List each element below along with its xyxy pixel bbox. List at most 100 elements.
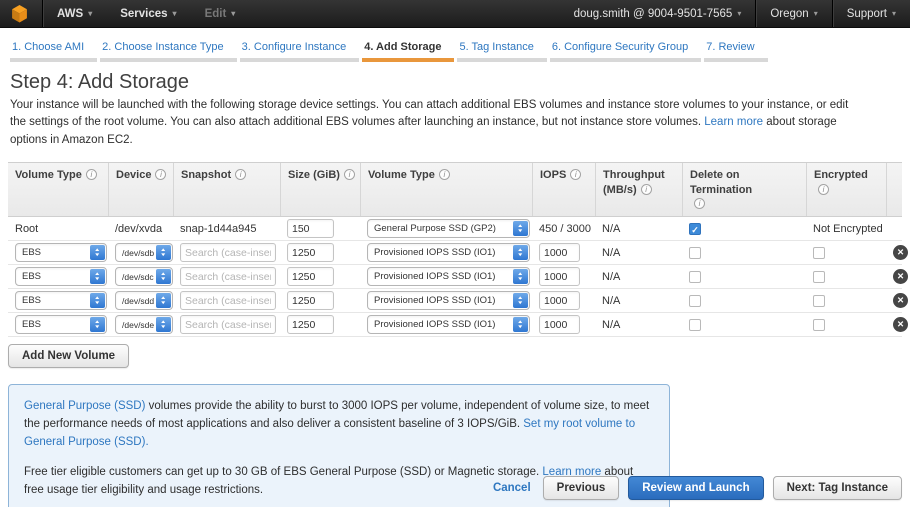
menu-aws[interactable]: AWS ▾ (43, 0, 106, 27)
remove-volume-icon[interactable]: ✕ (893, 245, 908, 260)
account-label: doug.smith @ 9004-9501-7565 (574, 8, 733, 20)
table-row-ebs: EBS▲▼ /dev/sde▲▼ Provisioned IOPS SSD (I… (8, 313, 902, 337)
size-input[interactable] (287, 219, 334, 238)
support-menu[interactable]: Support ▾ (833, 0, 910, 27)
root-throughput-label: N/A (595, 223, 682, 235)
remove-volume-icon[interactable]: ✕ (893, 269, 908, 284)
delete-on-termination-checkbox[interactable] (689, 247, 701, 259)
table-header-row: Volume Typei Devicei Snapshoti Size (GiB… (8, 162, 902, 218)
select-stepper-icon: ▲▼ (513, 221, 528, 236)
selected-volume-type: Provisioned IOPS SSD (IO1) (374, 247, 495, 258)
selected-volume-kind: EBS (22, 319, 41, 330)
delete-on-termination-checkbox[interactable] (689, 295, 701, 307)
chevron-down-icon: ▾ (814, 10, 818, 18)
general-purpose-ssd-link[interactable]: General Purpose (SSD) (24, 400, 145, 412)
tab-tag-instance[interactable]: 5. Tag Instance (457, 37, 546, 62)
remove-volume-icon[interactable]: ✕ (893, 293, 908, 308)
tab-configure-security-group[interactable]: 6. Configure Security Group (550, 37, 701, 62)
info-icon[interactable]: i (439, 169, 450, 180)
snapshot-search-input[interactable] (180, 291, 276, 310)
tab-add-storage[interactable]: 4. Add Storage (362, 37, 454, 62)
volume-type-select[interactable]: General Purpose SSD (GP2) ▲▼ (367, 219, 530, 238)
wizard-step-tabs: 1. Choose AMI 2. Choose Instance Type 3.… (0, 28, 910, 62)
selected-volume-type: Provisioned IOPS SSD (IO1) (374, 319, 495, 330)
volume-kind-select[interactable]: EBS▲▼ (15, 243, 107, 262)
volume-kind-select[interactable]: EBS▲▼ (15, 315, 107, 334)
encrypted-checkbox[interactable] (813, 319, 825, 331)
volume-type-select[interactable]: Provisioned IOPS SSD (IO1)▲▼ (367, 315, 530, 334)
add-new-volume-button[interactable]: Add New Volume (8, 344, 129, 368)
header-delete-on-termination: Delete on Terminationi (682, 163, 806, 217)
throughput-label: N/A (595, 319, 682, 331)
previous-button[interactable]: Previous (543, 476, 620, 500)
volume-type-select[interactable]: Provisioned IOPS SSD (IO1)▲▼ (367, 243, 530, 262)
encrypted-checkbox[interactable] (813, 247, 825, 259)
selected-volume-kind: EBS (22, 247, 41, 258)
menu-edit-label: Edit (205, 8, 227, 20)
select-stepper-icon: ▲▼ (513, 269, 528, 284)
learn-more-link[interactable]: Learn more (704, 116, 763, 128)
review-and-launch-button[interactable]: Review and Launch (628, 476, 763, 500)
info-icon[interactable]: i (641, 184, 652, 195)
root-encrypted-label: Not Encrypted (806, 223, 886, 235)
header-volume-type-2: Volume Typei (360, 163, 532, 217)
selected-volume-type: Provisioned IOPS SSD (IO1) (374, 271, 495, 282)
menu-services-label: Services (120, 8, 167, 20)
menu-services[interactable]: Services ▾ (106, 0, 190, 27)
snapshot-search-input[interactable] (180, 243, 276, 262)
menu-edit[interactable]: Edit ▾ (191, 0, 250, 27)
device-select[interactable]: /dev/sde▲▼ (115, 315, 173, 334)
iops-input[interactable] (539, 291, 580, 310)
tab-choose-ami[interactable]: 1. Choose AMI (10, 37, 97, 62)
aws-logo[interactable] (0, 0, 42, 27)
volume-kind-select[interactable]: EBS▲▼ (15, 267, 107, 286)
info-icon[interactable]: i (694, 198, 705, 209)
info-paragraph-1: General Purpose (SSD) volumes provide th… (24, 398, 654, 451)
tab-configure-instance[interactable]: 3. Configure Instance (240, 37, 360, 62)
volume-type-select[interactable]: Provisioned IOPS SSD (IO1) ▲▼ (367, 267, 530, 286)
region-menu[interactable]: Oregon ▾ (756, 0, 831, 27)
volume-type-select[interactable]: Provisioned IOPS SSD (IO1)▲▼ (367, 291, 530, 310)
iops-input[interactable] (539, 243, 580, 262)
chevron-down-icon: ▾ (892, 10, 896, 18)
snapshot-search-input[interactable] (180, 315, 276, 334)
info-text-2: Free tier eligible customers can get up … (24, 466, 539, 478)
info-icon[interactable]: i (235, 169, 246, 180)
size-input[interactable] (287, 267, 334, 286)
table-row-ebs: EBS▲▼ /dev/sdc▲▼ Provisioned IOPS SSD (I… (8, 265, 902, 289)
tab-choose-instance-type[interactable]: 2. Choose Instance Type (100, 37, 237, 62)
volume-kind-select[interactable]: EBS▲▼ (15, 291, 107, 310)
cancel-link[interactable]: Cancel (493, 482, 531, 494)
header-throughput: Throughput(MB/s)i (595, 163, 682, 217)
selected-volume-type: General Purpose SSD (GP2) (374, 223, 496, 234)
chevron-down-icon: ▾ (737, 10, 741, 18)
info-icon[interactable]: i (86, 169, 97, 180)
select-stepper-icon: ▲▼ (156, 245, 171, 260)
device-select[interactable]: /dev/sdc▲▼ (115, 267, 173, 286)
chevron-down-icon: ▾ (88, 10, 92, 18)
size-input[interactable] (287, 291, 334, 310)
delete-on-termination-checkbox[interactable]: ✓ (689, 223, 701, 235)
iops-input[interactable] (539, 315, 580, 334)
device-select[interactable]: /dev/sdb▲▼ (115, 243, 173, 262)
snapshot-search-input[interactable] (180, 267, 276, 286)
account-menu[interactable]: doug.smith @ 9004-9501-7565 ▾ (560, 0, 756, 27)
chevron-down-icon: ▾ (173, 10, 177, 18)
iops-input[interactable] (539, 267, 580, 286)
info-icon[interactable]: i (344, 169, 355, 180)
device-select[interactable]: /dev/sdd▲▼ (115, 291, 173, 310)
selected-device: /dev/sdb (122, 248, 154, 258)
remove-volume-icon[interactable]: ✕ (893, 317, 908, 332)
tab-review[interactable]: 7. Review (704, 37, 767, 62)
size-input[interactable] (287, 315, 334, 334)
info-icon[interactable]: i (155, 169, 166, 180)
delete-on-termination-checkbox[interactable] (689, 319, 701, 331)
next-tag-instance-button[interactable]: Next: Tag Instance (773, 476, 902, 500)
info-icon[interactable]: i (818, 184, 829, 195)
encrypted-checkbox[interactable] (813, 271, 825, 283)
chevron-down-icon: ▾ (231, 10, 235, 18)
info-icon[interactable]: i (570, 169, 581, 180)
size-input[interactable] (287, 243, 334, 262)
delete-on-termination-checkbox[interactable] (689, 271, 701, 283)
encrypted-checkbox[interactable] (813, 295, 825, 307)
